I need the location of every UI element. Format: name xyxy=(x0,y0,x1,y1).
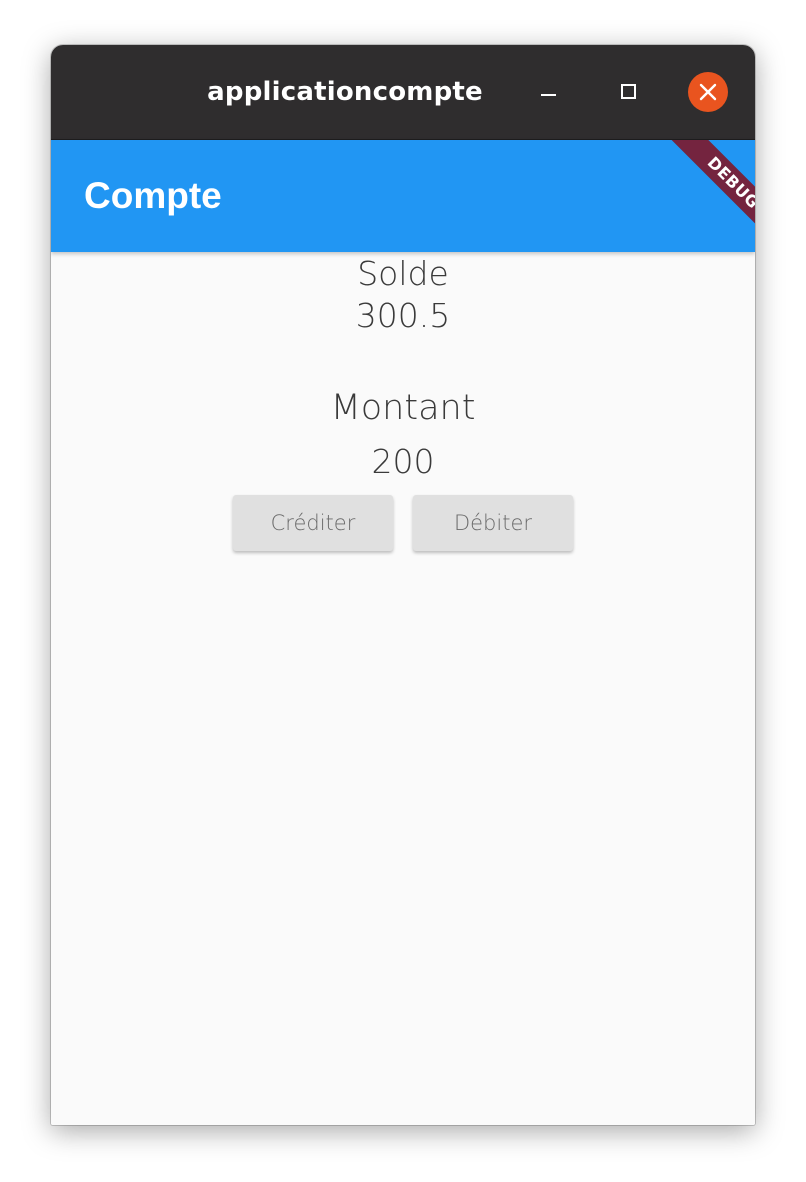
page-title: Compte xyxy=(84,175,222,216)
action-button-row: Créditer Débiter xyxy=(51,495,755,551)
montant-value: 200 xyxy=(371,442,435,481)
solde-label: Solde xyxy=(357,254,449,293)
maximize-button[interactable] xyxy=(608,72,648,112)
app-window: applicationcompte Compte DEBUG Solde 300… xyxy=(51,45,755,1125)
debug-banner: DEBUG xyxy=(667,140,755,249)
main-content: Solde 300.5 Montant 200 Créditer Débiter xyxy=(51,252,755,1125)
minimize-button[interactable] xyxy=(528,72,568,112)
montant-label: Montant xyxy=(330,388,476,428)
close-icon xyxy=(699,83,717,101)
debug-banner-container: DEBUG xyxy=(643,140,755,252)
debiter-button[interactable]: Débiter xyxy=(413,495,573,551)
crediter-button[interactable]: Créditer xyxy=(233,495,393,551)
maximize-icon xyxy=(621,84,636,99)
close-button[interactable] xyxy=(688,72,728,112)
solde-value: 300.5 xyxy=(355,296,451,335)
window-titlebar[interactable]: applicationcompte xyxy=(51,45,755,140)
minimize-icon xyxy=(541,94,556,96)
